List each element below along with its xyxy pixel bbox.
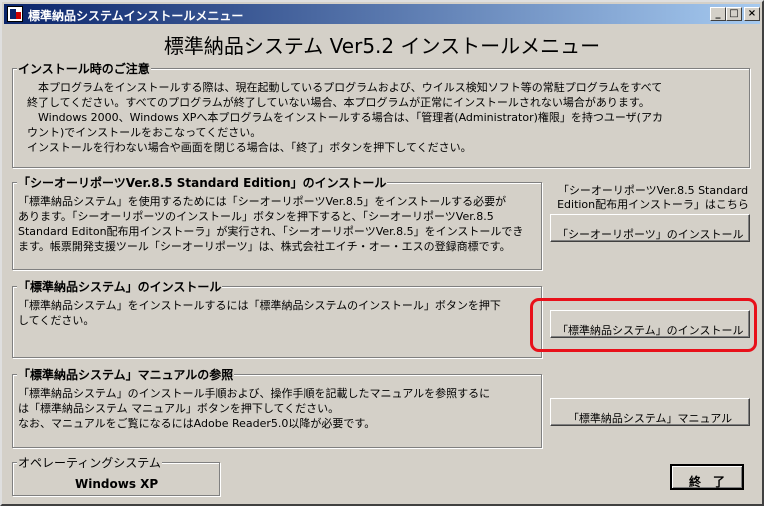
ciaoreports-install-button[interactable]: 「シーオーリポーツ」のインストール bbox=[550, 214, 750, 242]
app-icon[interactable] bbox=[7, 6, 23, 22]
os-group: オペレーティングシステム Windows XP bbox=[12, 454, 220, 496]
ciaoreports-install-button-label: 「シーオーリポーツ」のインストール bbox=[557, 228, 744, 241]
title-bar[interactable]: 標準納品システムインストールメニュー _ □ × bbox=[4, 4, 760, 24]
os-group-title: オペレーティングシステム bbox=[17, 454, 162, 471]
minimize-button[interactable]: _ bbox=[710, 7, 726, 21]
manual-group-title: 「標準納品システム」マニュアルの参照 bbox=[17, 366, 235, 383]
manual-button[interactable]: 「標準納品システム」マニュアル bbox=[550, 398, 750, 426]
system-install-group-title: 「標準納品システム」のインストール bbox=[17, 278, 223, 295]
notice-group: インストール時のご注意 本プログラムをインストールする際は、現在起動しているプロ… bbox=[12, 60, 750, 168]
ciaoreports-group: 「シーオーリポーツVer.8.5 Standard Edition」のインストー… bbox=[12, 174, 542, 270]
ciaoreports-group-title: 「シーオーリポーツVer.8.5 Standard Edition」のインストー… bbox=[17, 174, 388, 191]
manual-text: 「標準納品システム」のインストール手順および、操作手順を記載したマニュアルを参照… bbox=[18, 387, 491, 430]
notice-text: 本プログラムをインストールする際は、現在起動しているプログラムおよび、ウイルス検… bbox=[27, 81, 663, 154]
manual-group: 「標準納品システム」マニュアルの参照 「標準納品システム」のインストール手順およ… bbox=[12, 366, 542, 448]
install-button-highlight bbox=[530, 298, 757, 352]
close-button[interactable]: × bbox=[744, 7, 760, 21]
manual-button-label: 「標準納品システム」マニュアル bbox=[567, 412, 733, 425]
os-value: Windows XP bbox=[75, 477, 159, 491]
installer-window: 標準納品システムインストールメニュー _ □ × 標準納品システム Ver5.2… bbox=[0, 0, 764, 506]
exit-button[interactable]: 終 了 bbox=[670, 464, 744, 490]
ciaoreports-text: 「標準納品システム」を使用するためには「シーオーリポーツVer.8.5」をインス… bbox=[18, 195, 524, 253]
system-install-group: 「標準納品システム」のインストール 「標準納品システム」をインストールするには「… bbox=[12, 278, 542, 358]
ciaoreports-side-note: 「シーオーリポーツVer.8.5 Standard Edition配布用インスト… bbox=[557, 184, 749, 211]
notice-group-title: インストール時のご注意 bbox=[17, 60, 151, 77]
system-install-text: 「標準納品システム」をインストールするには「標準納品システムのインストール」ボタ… bbox=[18, 299, 501, 327]
exit-button-label: 終 了 bbox=[688, 474, 725, 489]
window-title: 標準納品システムインストールメニュー bbox=[28, 9, 244, 23]
page-title: 標準納品システム Ver5.2 インストールメニュー bbox=[163, 34, 601, 58]
maximize-button[interactable]: □ bbox=[726, 7, 742, 21]
